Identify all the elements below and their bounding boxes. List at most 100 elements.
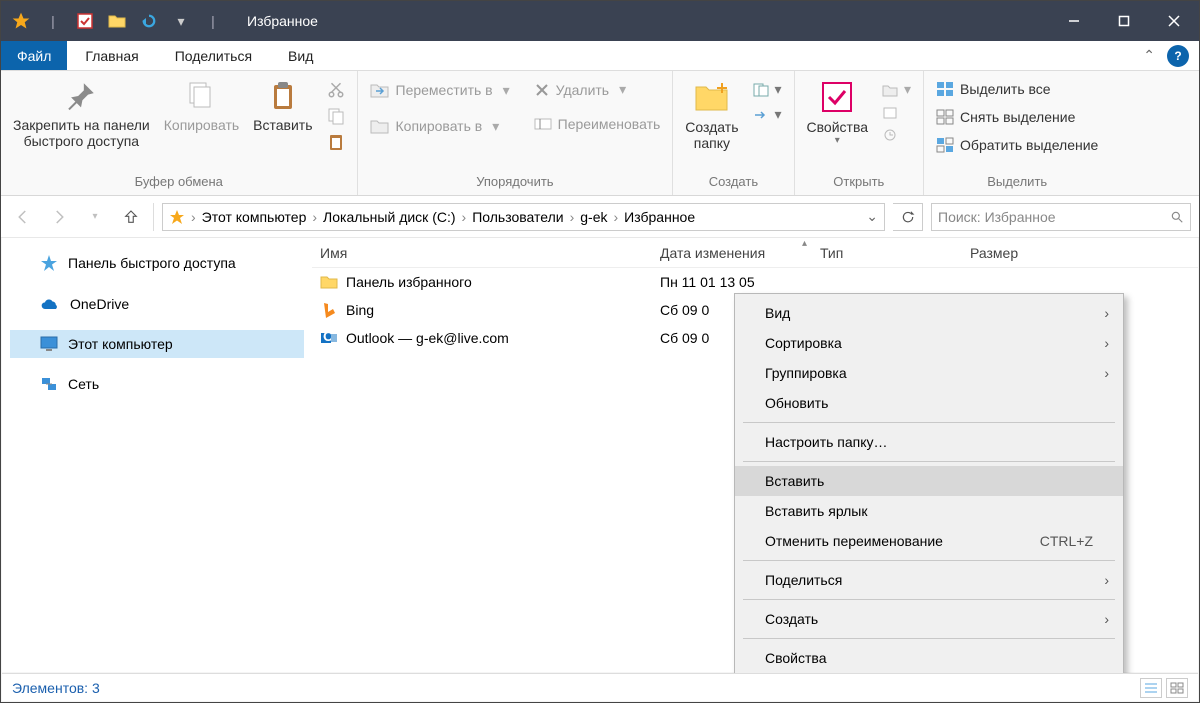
crumb-thispc[interactable]: Этот компьютер: [202, 209, 307, 225]
status-items: Элементов: 3: [12, 680, 100, 696]
ctx-separator: [743, 422, 1115, 423]
folder-qat-icon[interactable]: [103, 7, 131, 35]
history-button[interactable]: [876, 126, 917, 144]
monitor-icon: [40, 336, 58, 352]
refresh-button[interactable]: [893, 203, 923, 231]
address-dropdown-icon[interactable]: ⌄: [866, 208, 878, 225]
search-icon: [1170, 210, 1184, 224]
qat-dropdown-icon[interactable]: ▾: [167, 7, 195, 35]
chevron-right-icon[interactable]: ›: [312, 209, 317, 225]
rename-label: Переименовать: [558, 116, 661, 132]
copyto-button[interactable]: Копировать в▾: [364, 115, 516, 137]
navigation-pane: Панель быстрого доступа OneDrive Этот ко…: [2, 238, 312, 672]
chevron-right-icon[interactable]: ›: [191, 209, 196, 225]
network-icon: [40, 376, 58, 392]
delete-button[interactable]: Удалить▾: [528, 79, 667, 100]
properties-qat-icon[interactable]: [71, 7, 99, 35]
sidebar-item-quickaccess[interactable]: Панель быстрого доступа: [10, 248, 304, 278]
undo-qat-icon[interactable]: [135, 7, 163, 35]
chevron-right-icon[interactable]: ›: [614, 209, 619, 225]
ctx-paste-shortcut[interactable]: Вставить ярлык: [735, 496, 1123, 526]
properties-button[interactable]: Свойства ▾: [801, 75, 874, 150]
chevron-right-icon[interactable]: ›: [462, 209, 467, 225]
invert-button[interactable]: Обратить выделение: [930, 135, 1104, 155]
address-bar[interactable]: › Этот компьютер › Локальный диск (C:) ›…: [162, 203, 885, 231]
sidebar-item-thispc[interactable]: Этот компьютер: [10, 330, 304, 358]
window-title: Избранное: [247, 13, 318, 29]
ctx-separator: [743, 638, 1115, 639]
selectnone-button[interactable]: Снять выделение: [930, 107, 1104, 127]
tab-share[interactable]: Поделиться: [157, 41, 270, 70]
ctx-sort[interactable]: Сортировка›: [735, 328, 1123, 358]
ctx-group[interactable]: Группировка›: [735, 358, 1123, 388]
column-date[interactable]: Дата изменения: [652, 245, 812, 261]
chevron-right-icon[interactable]: ›: [570, 209, 575, 225]
open-button[interactable]: ▾: [876, 79, 917, 100]
row-date: Пн 11 01 13 05: [652, 274, 812, 290]
forward-button[interactable]: [45, 203, 73, 231]
ctx-accelerator: CTRL+Z: [1040, 533, 1093, 549]
paste-shortcut-button[interactable]: [321, 131, 351, 153]
maximize-button[interactable]: [1099, 1, 1149, 41]
copy-path-button[interactable]: [321, 105, 351, 127]
sidebar-item-label: Этот компьютер: [68, 336, 294, 352]
ctx-undo-rename[interactable]: Отменить переименованиеCTRL+Z: [735, 526, 1123, 556]
minimize-button[interactable]: [1049, 1, 1099, 41]
ctx-separator: [743, 461, 1115, 462]
search-placeholder: Поиск: Избранное: [938, 209, 1170, 225]
row-name: Bing: [346, 302, 374, 318]
ctx-view[interactable]: Вид›: [735, 298, 1123, 328]
ctx-separator: [743, 599, 1115, 600]
quick-access-toolbar: | ▾ |: [1, 7, 227, 35]
ctx-new[interactable]: Создать›: [735, 604, 1123, 634]
rename-button[interactable]: Переименовать: [528, 114, 667, 134]
paste-button[interactable]: Вставить: [247, 75, 318, 137]
selectall-label: Выделить все: [960, 81, 1051, 97]
ctx-separator: [743, 560, 1115, 561]
ribbon-tabstrip: Файл Главная Поделиться Вид ⌃ ?: [1, 41, 1199, 71]
help-icon[interactable]: ?: [1167, 45, 1189, 67]
chevron-right-icon: ›: [1104, 365, 1109, 381]
star-icon: [40, 254, 58, 272]
search-input[interactable]: Поиск: Избранное: [931, 203, 1191, 231]
close-button[interactable]: [1149, 1, 1199, 41]
ctx-customize[interactable]: Настроить папку…: [735, 427, 1123, 457]
large-icons-view-button[interactable]: [1166, 678, 1188, 698]
copy-button[interactable]: Копировать: [158, 75, 245, 137]
crumb-users[interactable]: Пользователи: [472, 209, 563, 225]
tab-view[interactable]: Вид: [270, 41, 331, 70]
crumb-favorites[interactable]: Избранное: [624, 209, 695, 225]
details-view-button[interactable]: [1140, 678, 1162, 698]
column-size[interactable]: Размер: [962, 245, 1198, 261]
ctx-refresh[interactable]: Обновить: [735, 388, 1123, 418]
tab-file[interactable]: Файл: [1, 41, 67, 70]
sidebar-item-onedrive[interactable]: OneDrive: [10, 290, 304, 318]
column-type[interactable]: Тип: [812, 245, 962, 261]
new-item-button[interactable]: ▾: [747, 79, 788, 100]
pin-label: Закрепить на панели быстрого доступа: [13, 117, 150, 149]
up-button[interactable]: [117, 203, 145, 231]
cut-button[interactable]: [321, 79, 351, 101]
ctx-properties[interactable]: Свойства: [735, 643, 1123, 673]
back-button[interactable]: [9, 203, 37, 231]
minimize-ribbon-icon[interactable]: ⌃: [1143, 47, 1155, 70]
pin-button[interactable]: Закрепить на панели быстрого доступа: [7, 75, 156, 153]
easy-access-button[interactable]: ▾: [747, 104, 788, 125]
row-name: Outlook — g-ek@live.com: [346, 330, 509, 346]
selectall-button[interactable]: Выделить все: [930, 79, 1104, 99]
edit-button[interactable]: [876, 104, 917, 122]
table-row[interactable]: Панель избранного Пн 11 01 13 05: [312, 268, 1198, 296]
moveto-button[interactable]: Переместить в▾: [364, 79, 516, 101]
ctx-share[interactable]: Поделиться›: [735, 565, 1123, 595]
crumb-user[interactable]: g-ek: [580, 209, 607, 225]
qat-separator: |: [39, 7, 67, 35]
sidebar-item-network[interactable]: Сеть: [10, 370, 304, 398]
column-name[interactable]: Имя: [312, 245, 652, 261]
new-folder-button[interactable]: Создать папку: [679, 75, 744, 155]
crumb-drive[interactable]: Локальный диск (C:): [323, 209, 456, 225]
recent-button[interactable]: ▾: [81, 203, 109, 231]
outlook-icon: O: [320, 329, 338, 347]
ctx-paste[interactable]: Вставить: [735, 466, 1123, 496]
tab-home[interactable]: Главная: [67, 41, 156, 70]
group-select-label: Выделить: [930, 172, 1104, 193]
